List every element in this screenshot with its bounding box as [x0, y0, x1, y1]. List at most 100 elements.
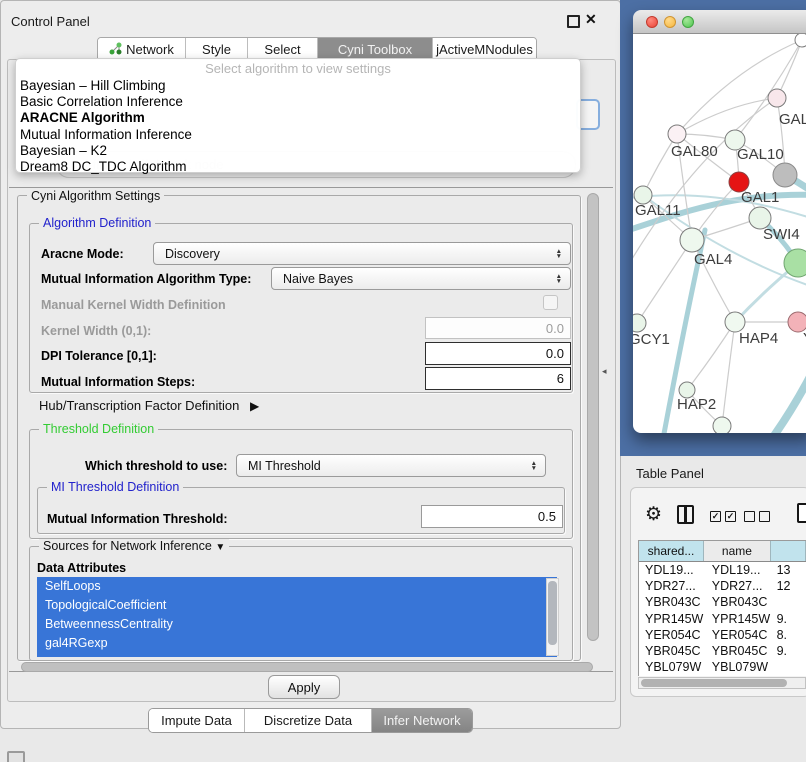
split-columns-icon[interactable] [677, 505, 694, 524]
bottom-tab-discretize-data[interactable]: Discretize Data [245, 709, 372, 732]
dock-panel-icon[interactable] [7, 751, 25, 762]
attribute-item-betweennesscentrality[interactable]: BetweennessCentrality [37, 615, 557, 634]
bottom-tab-infer-network[interactable]: Infer Network [372, 709, 472, 732]
node-label: GAL1 [741, 189, 779, 206]
apply-button[interactable]: Apply [268, 675, 340, 699]
table-cell: 9. [771, 612, 806, 626]
column-header-name[interactable]: name [704, 541, 771, 561]
table-row[interactable]: YDR27...YDR27...12 [639, 578, 806, 594]
table-cell: YPR145W [704, 612, 771, 626]
attribute-item-gal4rgexp[interactable]: gal4RGexp [37, 634, 557, 653]
table-cell: YPR145W [639, 612, 704, 626]
settings-horizontal-scrollbar[interactable] [21, 662, 593, 672]
sources-legend-label: Sources for Network Inference [43, 539, 212, 553]
network-node-gcy1[interactable] [633, 314, 646, 332]
table-cell: 12 [771, 579, 806, 593]
algorithm-option-mutual-information-inference[interactable]: Mutual Information Inference [16, 127, 580, 143]
minimize-traffic-light-icon[interactable] [664, 16, 676, 28]
network-node[interactable] [713, 417, 731, 433]
hub-definition-expander[interactable]: Hub/Transcription Factor Definition ▶ [39, 398, 259, 413]
mi-threshold-value: 0.5 [538, 509, 556, 524]
bottom-tab-impute-data[interactable]: Impute Data [149, 709, 245, 732]
attribute-item-selfloops[interactable]: SelfLoops [37, 577, 557, 596]
table-cell: 9. [771, 644, 806, 658]
algorithm-option-dream8-dc-tdc-algorithm[interactable]: Dream8 DC_TDC Algorithm [16, 159, 580, 175]
algorithm-option-bayesian-hill-climbing[interactable]: Bayesian – Hill Climbing [16, 78, 580, 94]
table-row[interactable]: YBR045CYBR045C9. [639, 643, 806, 659]
zoom-traffic-light-icon[interactable] [682, 16, 694, 28]
mi-threshold-label: Mutual Information Threshold: [47, 512, 228, 526]
aracne-mode-label: Aracne Mode: [41, 247, 124, 261]
mi-threshold-definition-legend: MI Threshold Definition [47, 480, 183, 494]
table-cell: YBL079W [639, 660, 704, 674]
gear-icon[interactable]: ⚙ [645, 503, 662, 526]
panel-divider-handle-icon[interactable]: ◂ [602, 366, 607, 377]
mi-steps-field[interactable]: 6 [425, 367, 571, 390]
which-threshold-select[interactable]: MI Threshold ▲▼ [236, 454, 546, 477]
table-row[interactable]: YDL19...YDL19...13 [639, 562, 806, 578]
dpi-tolerance-field[interactable]: 0.0 [425, 342, 571, 365]
aracne-mode-select[interactable]: Discovery ▲▼ [153, 242, 571, 265]
sources-legend[interactable]: Sources for Network Inference ▼ [39, 539, 229, 553]
attribute-item-topologicalcoefficient[interactable]: TopologicalCoefficient [37, 596, 557, 615]
checked-checkbox-icon: ✓ [725, 511, 736, 522]
table-cell: YER054C [704, 628, 771, 642]
table-cell: YDL19... [639, 563, 704, 577]
algorithm-option-aracne-algorithm[interactable]: ARACNE Algorithm [16, 110, 580, 126]
table-row[interactable]: YPR145WYPR145W9. [639, 611, 806, 627]
node-label: GAL10 [737, 146, 784, 163]
network-node-gal[interactable] [768, 89, 786, 107]
network-window-titlebar[interactable] [633, 10, 806, 34]
float-panel-icon[interactable] [567, 15, 580, 28]
data-attributes-list[interactable]: SelfLoopsTopologicalCoefficientBetweenne… [37, 577, 557, 657]
node-table: shared...name YDL19...YDL19...13YDR27...… [638, 540, 806, 676]
network-node[interactable] [773, 163, 797, 187]
network-node-y[interactable] [788, 312, 806, 332]
table-row[interactable]: YBR043CYBR043C [639, 594, 806, 610]
table-horizontal-scrollbar-thumb[interactable] [641, 679, 787, 687]
network-node-hap4[interactable] [725, 312, 745, 332]
mi-steps-label: Mutual Information Steps: [41, 375, 195, 389]
mi-threshold-field[interactable]: 0.5 [421, 505, 563, 528]
algorithm-option-bayesian-k2[interactable]: Bayesian – K2 [16, 143, 580, 159]
mi-steps-value: 6 [557, 371, 564, 386]
table-cell: YDR27... [704, 579, 771, 593]
dpi-tolerance-label: DPI Tolerance [0,1]: [41, 349, 157, 363]
which-threshold-label: Which threshold to use: [85, 459, 227, 473]
network-graph: GALGAL80GAL10GAL1GAL11SWI4GAL4GCY1HAP4YH… [633, 34, 806, 433]
bottom-tab-bar: Impute DataDiscretize DataInfer Network [148, 708, 473, 733]
manual-kernel-width-checkbox[interactable] [543, 295, 558, 310]
column-header-2[interactable] [771, 541, 806, 561]
document-icon[interactable] [797, 503, 806, 523]
node-label: GAL [779, 111, 806, 128]
deselect-all-checkboxes-icon[interactable] [744, 511, 770, 522]
algorithm-option-basic-correlation-inference[interactable]: Basic Correlation Inference [16, 94, 580, 110]
table-body: YDL19...YDL19...13YDR27...YDR27...12YBR0… [639, 562, 806, 676]
checked-checkbox-icon: ✓ [710, 511, 721, 522]
network-node-gal80[interactable] [668, 125, 686, 143]
select-all-checkboxes-icon[interactable]: ✓ ✓ [710, 511, 736, 522]
column-header-shared[interactable]: shared... [639, 541, 704, 561]
kernel-width-value: 0.0 [546, 321, 564, 336]
table-cell: YER054C [639, 628, 704, 642]
close-traffic-light-icon[interactable] [646, 16, 658, 28]
kernel-width-field: 0.0 [425, 317, 571, 339]
close-panel-icon[interactable]: ✕ [585, 11, 597, 28]
node-label: HAP2 [677, 396, 716, 413]
table-row[interactable]: YBL079WYBL079W [639, 659, 806, 675]
algorithm-definition-legend: Algorithm Definition [39, 216, 155, 230]
settings-vertical-scrollbar[interactable] [587, 193, 599, 641]
dpi-tolerance-value: 0.0 [546, 346, 564, 361]
table-row[interactable]: YER054CYER054C8. [639, 627, 806, 643]
unchecked-checkbox-icon [744, 511, 755, 522]
mi-algorithm-type-select[interactable]: Naive Bayes ▲▼ [271, 267, 571, 290]
table-cell: YBR043C [704, 595, 771, 609]
hub-definition-label: Hub/Transcription Factor Definition [39, 398, 239, 413]
table-row[interactable]: YLR345WYLR345W9. [639, 675, 806, 676]
control-panel-window: Control Panel ✕ NetworkStyleSelectCyni T… [0, 0, 621, 729]
network-canvas[interactable]: GALGAL80GAL10GAL1GAL11SWI4GAL4GCY1HAP4YH… [633, 34, 806, 433]
network-node-gal4[interactable] [680, 228, 704, 252]
attributes-scrollbar-thumb[interactable] [548, 581, 557, 645]
network-node[interactable] [795, 34, 806, 47]
screenshot-stage: Control Panel ✕ NetworkStyleSelectCyni T… [0, 0, 806, 762]
